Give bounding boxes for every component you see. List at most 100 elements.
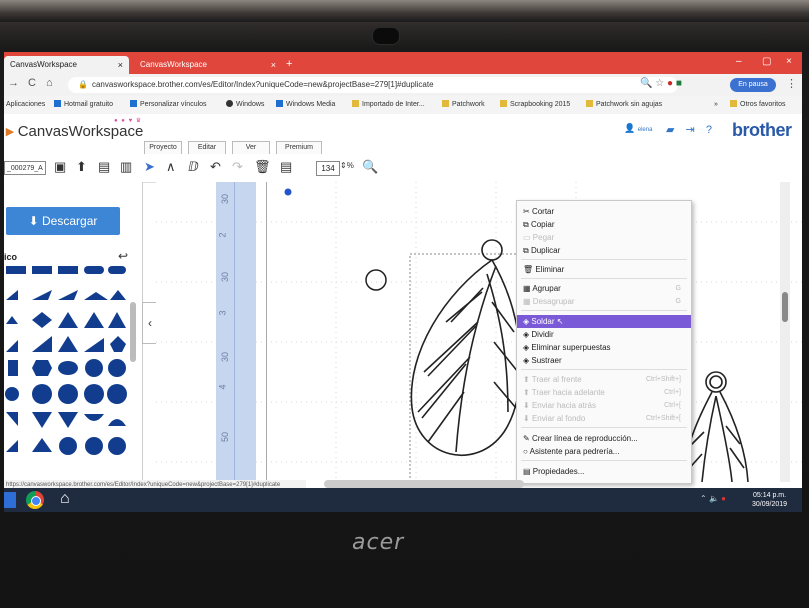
bookmark-item[interactable]: Patchwork bbox=[442, 96, 485, 114]
image-icon[interactable]: ▤ bbox=[98, 159, 110, 175]
browser-tab-2[interactable]: CanvasWorkspace × bbox=[134, 56, 282, 74]
left-panel: ⬇ Descargar ico ↩ bbox=[4, 182, 143, 482]
menu-item-soldar[interactable]: ◈ Soldar ↖ bbox=[517, 315, 691, 328]
bookmark-item[interactable]: Windows Media bbox=[276, 96, 335, 114]
shape-tile bbox=[6, 316, 18, 324]
undo-icon[interactable]: ↶ bbox=[210, 159, 221, 175]
close-tab-icon[interactable]: × bbox=[271, 56, 276, 74]
select-tool-icon[interactable]: ➤ bbox=[144, 159, 155, 175]
menu-divider bbox=[521, 278, 687, 279]
new-tab-button[interactable]: + bbox=[286, 56, 292, 72]
group-icon: ▦ bbox=[523, 284, 531, 293]
back-arrow-icon[interactable]: ↩ bbox=[118, 249, 128, 263]
chrome-tray-icon[interactable]: ● bbox=[721, 494, 726, 503]
menu-item-eliminar[interactable]: 🗑 Eliminar bbox=[517, 263, 691, 276]
upload-icon[interactable]: ⬆ bbox=[76, 159, 87, 175]
windows-icon bbox=[130, 100, 137, 107]
menu-item-enviar-hacia-atras[interactable]: ⬇ Enviar hacia atrás Ctrl+[ bbox=[517, 399, 691, 412]
menu-item-copiar[interactable]: ⧉ Copiar bbox=[517, 218, 691, 231]
shape-tile bbox=[107, 384, 127, 404]
logout-icon[interactable]: ⇥ bbox=[686, 124, 695, 136]
bookmark-item[interactable]: Otros favoritos bbox=[730, 96, 786, 114]
menu-item-traer-al-frente[interactable]: ⬆ Traer al frente Ctrl+Shift+] bbox=[517, 373, 691, 386]
menu-item-sustraer[interactable]: ◈ Sustraer bbox=[517, 354, 691, 367]
menu-item-cortar[interactable]: ✂ Cortar bbox=[517, 205, 691, 218]
canvas-vertical-scrollbar[interactable] bbox=[780, 182, 790, 482]
shape-tile bbox=[84, 312, 104, 328]
redo-icon[interactable]: ↷ bbox=[232, 159, 243, 175]
zoom-icon[interactable]: 🔍 bbox=[362, 159, 378, 175]
start-button[interactable] bbox=[4, 492, 16, 508]
more-menu-icon[interactable]: ⋮ bbox=[786, 77, 797, 90]
delete-icon[interactable]: 🗑 bbox=[254, 159, 271, 175]
scrollbar-thumb[interactable] bbox=[782, 292, 788, 322]
shape-tile bbox=[6, 290, 18, 300]
menu-item-traer-hacia-adelante[interactable]: ⬆ Traer hacia adelante Ctrl+] bbox=[517, 386, 691, 399]
pinterest-icon[interactable]: ● bbox=[667, 78, 673, 89]
extension-icon[interactable]: ■ bbox=[676, 78, 682, 89]
menu-item-duplicar[interactable]: ⧉ Duplicar bbox=[517, 244, 691, 257]
more-bookmarks[interactable]: » bbox=[714, 96, 718, 114]
chevron-up-icon[interactable]: ⌃ bbox=[700, 494, 707, 503]
menu-item-dividir[interactable]: ◈ Dividir bbox=[517, 328, 691, 341]
tab-editar[interactable]: Editar bbox=[188, 141, 226, 155]
home-icon[interactable]: ⌂ bbox=[46, 77, 53, 89]
volume-icon[interactable]: 🔈 bbox=[709, 494, 719, 503]
new-project-icon[interactable]: ▣ bbox=[54, 159, 66, 175]
tab-proyecto[interactable]: Proyecto bbox=[144, 141, 182, 155]
minimize-icon[interactable]: – bbox=[736, 56, 742, 67]
line-tool-icon[interactable]: ∧ bbox=[166, 159, 176, 175]
bookmark-item[interactable]: Personalizar vínculos bbox=[130, 96, 207, 114]
weld-icon: ◈ bbox=[523, 317, 530, 326]
close-tab-icon[interactable]: × bbox=[118, 56, 123, 74]
pen-tool-icon[interactable]: ⅅ bbox=[188, 159, 199, 175]
leaf-shape bbox=[410, 239, 522, 457]
bookmark-item[interactable]: Aplicaciones bbox=[6, 96, 45, 114]
star-icon[interactable]: ☆ bbox=[655, 78, 664, 89]
shape-tile bbox=[110, 290, 126, 300]
shape-tile bbox=[58, 312, 78, 328]
menu-item-asistente-pedreria[interactable]: ○ Asistente para pedrería... bbox=[517, 445, 691, 458]
menu-item-pegar[interactable]: ▭ Pegar bbox=[517, 231, 691, 244]
help-icon[interactable]: ? bbox=[706, 124, 712, 136]
folder-icon[interactable]: ▰ bbox=[666, 124, 674, 136]
bookmark-item[interactable]: Importado de Inter... bbox=[352, 96, 425, 114]
menu-divider bbox=[521, 259, 687, 260]
maximize-icon[interactable]: ▢ bbox=[762, 56, 771, 67]
grid-icon[interactable]: ▤ bbox=[280, 159, 292, 175]
pause-sync-button[interactable]: En pausa bbox=[730, 78, 776, 92]
panel-scrollbar[interactable] bbox=[130, 302, 136, 362]
bookmark-item[interactable]: Patchwork sin agujas bbox=[586, 96, 662, 114]
document-name-field[interactable]: _000279_A bbox=[4, 161, 46, 175]
taskbar-clock[interactable]: 05:14 p.m. 30/09/2019 bbox=[752, 491, 787, 509]
design-canvas[interactable]: 30 2 30 3 30 4 50 bbox=[156, 182, 802, 482]
back-icon[interactable]: → bbox=[8, 77, 19, 89]
chrome-icon[interactable] bbox=[26, 491, 44, 509]
bookmark-item[interactable]: Hotmail gratuito bbox=[54, 96, 113, 114]
download-button[interactable]: ⬇ Descargar bbox=[6, 207, 120, 235]
zoom-input[interactable]: 134 bbox=[316, 161, 340, 176]
search-icon[interactable]: 🔍 bbox=[640, 78, 652, 89]
menu-item-agrupar[interactable]: ▦ Agrupar G bbox=[517, 282, 691, 295]
canvas-horizontal-scrollbar[interactable] bbox=[324, 480, 524, 488]
close-window-icon[interactable]: × bbox=[786, 56, 792, 67]
menu-item-crear-linea[interactable]: ✎ Crear línea de reproducción... bbox=[517, 432, 691, 445]
tab-label: CanvasWorkspace bbox=[140, 60, 207, 69]
home-icon[interactable]: ⌂ bbox=[60, 490, 70, 508]
menu-item-enviar-al-fondo[interactable]: ⬇ Enviar al fondo Ctrl+Shift+[ bbox=[517, 412, 691, 425]
download-icon: ⬇ bbox=[28, 214, 39, 228]
bookmark-item[interactable]: Windows bbox=[226, 96, 264, 114]
menu-item-eliminar-superpuestas[interactable]: ◈ Eliminar superpuestas bbox=[517, 341, 691, 354]
browser-tab-1[interactable]: CanvasWorkspace × bbox=[4, 56, 129, 74]
user-account[interactable]: 👤 elena bbox=[624, 123, 652, 134]
print-icon[interactable]: ▥ bbox=[120, 159, 132, 175]
menu-item-propiedades[interactable]: ▤ Propiedades... bbox=[517, 465, 691, 478]
url-input[interactable]: 🔒 canvasworkspace.brother.com/es/Editor/I… bbox=[68, 77, 678, 93]
tab-ver[interactable]: Ver bbox=[232, 141, 270, 155]
lock-icon: 🔒 bbox=[78, 80, 88, 89]
menu-item-desagrupar[interactable]: ▦ Desagrupar G bbox=[517, 295, 691, 308]
bookmark-item[interactable]: Scrapbooking 2015 bbox=[500, 96, 570, 114]
tab-premium[interactable]: Premium bbox=[276, 141, 322, 155]
folder-icon bbox=[442, 100, 449, 107]
reload-icon[interactable]: C bbox=[28, 77, 36, 89]
